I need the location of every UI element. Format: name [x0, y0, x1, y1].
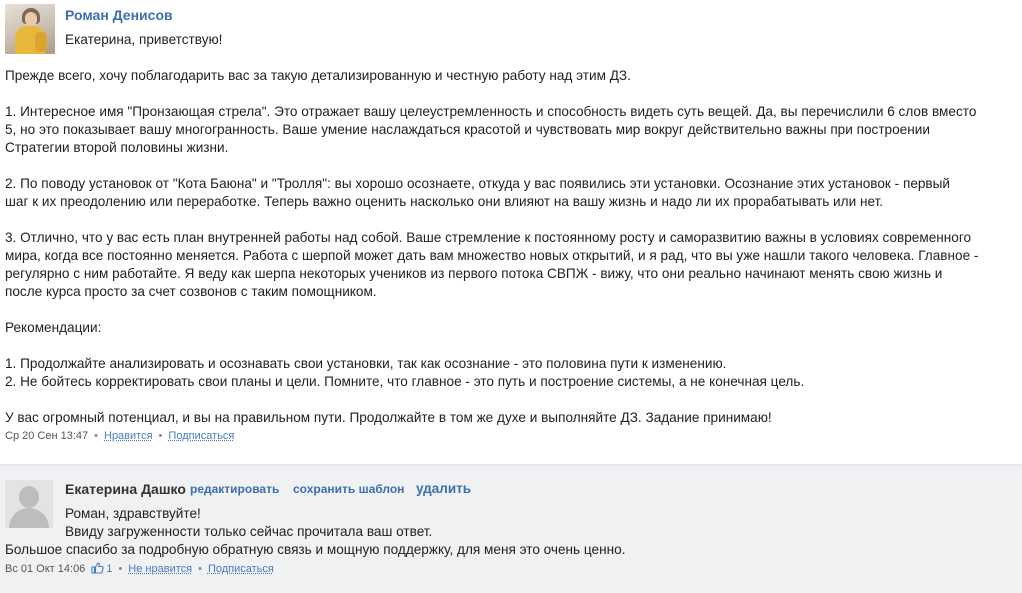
comment-text-line: Роман, здравствуйте! — [65, 506, 201, 521]
author-name[interactable]: Екатерина Дашко — [65, 481, 186, 497]
comment-meta: Ср 20 Сен 13:47 • Нравится • Подписаться — [5, 430, 235, 442]
dislike-link[interactable]: Не нравится — [128, 563, 192, 575]
comment-text-line: Стратегии второй половины жизни. — [5, 140, 229, 155]
comment-text-line: 2. Не бойтесь корректировать свои планы … — [5, 374, 805, 389]
delete-link[interactable]: удалить — [416, 481, 471, 496]
comment-date: Ср 20 Сен 13:47 — [5, 430, 89, 442]
comment-text-line: шаг к их преодолению или переработке. Те… — [5, 194, 884, 209]
like-link[interactable]: Нравится — [104, 430, 153, 442]
edit-link[interactable]: редактировать — [190, 482, 279, 496]
comment-text-line: 1. Продолжайте анализировать и осознават… — [5, 356, 727, 371]
comment-text-line: Большое спасибо за подробную обратную св… — [5, 542, 626, 557]
subscribe-link[interactable]: Подписаться — [168, 430, 234, 442]
comment-greeting: Екатерина, приветствую! — [65, 32, 223, 47]
author-name[interactable]: Роман Денисов — [65, 7, 173, 23]
avatar-placeholder[interactable] — [5, 480, 53, 528]
comment-text-line: после курса просто за счет созвонов с та… — [5, 284, 377, 299]
comment-text-line: 5, но это показывает вашу многогранность… — [5, 122, 930, 137]
comment-roman: Роман Денисов Екатерина, приветствую! Пр… — [0, 0, 1022, 464]
comment-text-line: 3. Отлично, что у вас есть план внутренн… — [5, 230, 972, 245]
comment-text-line: регулярно с ним работайте. Я веду как ше… — [5, 266, 943, 281]
comment-meta: Вс 01 Окт 14:06 1 • Не нравится • Подписаться — [5, 562, 274, 575]
comment-text-line: У вас огромный потенциал, и вы на правил… — [5, 410, 772, 425]
subscribe-link[interactable]: Подписаться — [208, 563, 274, 575]
likes-count: 1 — [106, 563, 113, 575]
save-template-link[interactable]: сохранить шаблон — [293, 482, 404, 496]
avatar[interactable] — [5, 4, 55, 54]
comment-date: Вс 01 Окт 14:06 — [5, 563, 86, 575]
comment-text-line: 2. По поводу установок от "Кота Баюна" и… — [5, 176, 951, 191]
comment-text-line: мира, когда все постоянно меняется. Рабо… — [5, 248, 979, 263]
thumbs-up-icon[interactable] — [91, 562, 105, 574]
comment-text-line: 1. Интересное имя "Пронзающая стрела". Э… — [5, 104, 977, 119]
comment-text-line: Ввиду загруженности только сейчас прочит… — [65, 524, 433, 539]
comment-text-line: Рекомендации: — [5, 320, 102, 335]
comment-text-line: Прежде всего, хочу поблагодарить вас за … — [5, 68, 631, 83]
